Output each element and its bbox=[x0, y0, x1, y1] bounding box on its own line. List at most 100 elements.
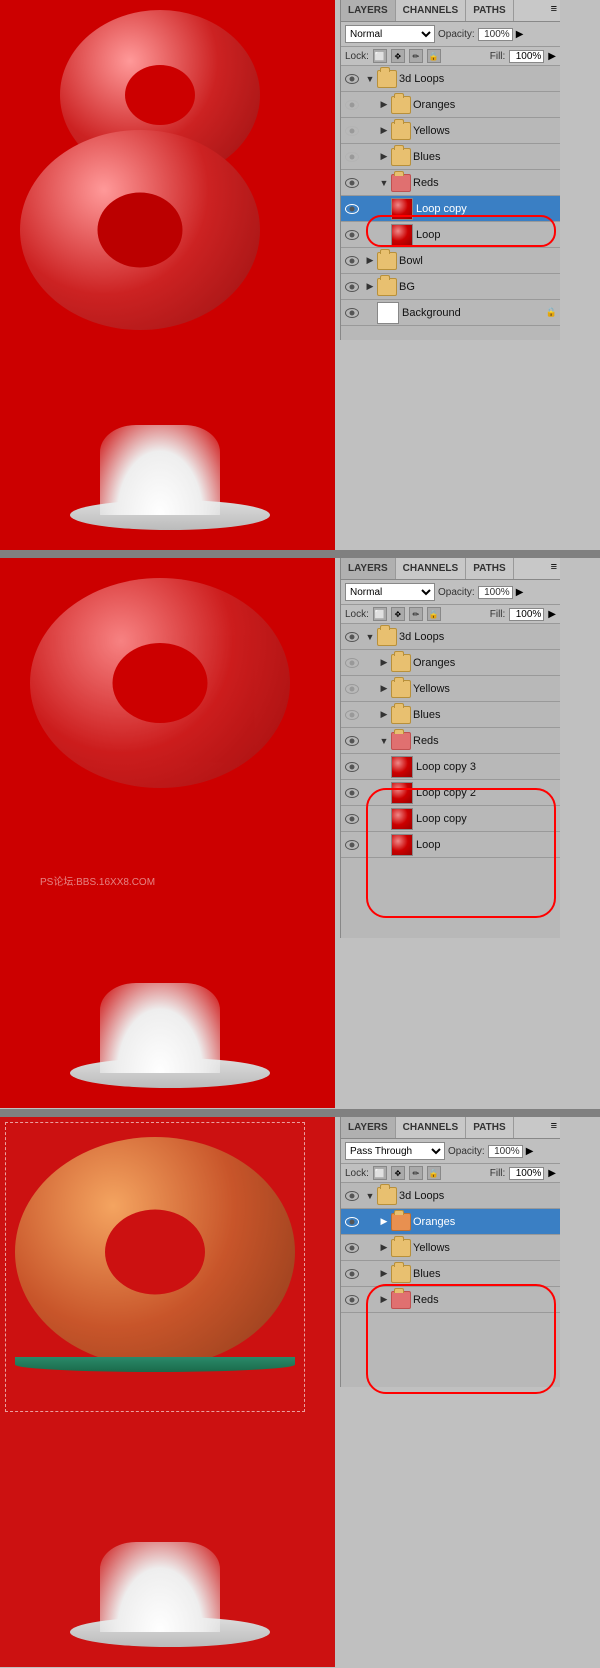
lock-p-icon-2[interactable]: ✏ bbox=[409, 607, 423, 621]
layer-row-oranges[interactable]: ▶ Oranges bbox=[341, 92, 560, 118]
eye-yellows[interactable] bbox=[341, 118, 363, 144]
eye-background[interactable] bbox=[341, 300, 363, 326]
lock-t-icon-3[interactable]: ⬜ bbox=[373, 1166, 387, 1180]
layer-row-bg[interactable]: ▶ BG bbox=[341, 274, 560, 300]
layer-row-reds-3[interactable]: ▶ Reds bbox=[341, 1287, 560, 1313]
eye-loopcopy-2[interactable] bbox=[341, 806, 363, 832]
eye-bowl[interactable] bbox=[341, 248, 363, 274]
layer-row-loop[interactable]: Loop bbox=[341, 222, 560, 248]
layer-row-loopcopy3[interactable]: Loop copy 3 bbox=[341, 754, 560, 780]
arrow-blues-2[interactable]: ▶ bbox=[377, 702, 391, 728]
eye-yellows-3[interactable] bbox=[341, 1235, 363, 1261]
layer-row-reds[interactable]: ▼ Reds bbox=[341, 170, 560, 196]
lock-m-icon-2[interactable]: ✥ bbox=[391, 607, 405, 621]
tab-layers-1[interactable]: LAYERS bbox=[341, 0, 396, 21]
layer-row-loopcopy2[interactable]: Loop copy 2 bbox=[341, 780, 560, 806]
arrow-reds-3[interactable]: ▶ bbox=[377, 1287, 391, 1313]
eye-loop[interactable] bbox=[341, 222, 363, 248]
arrow-3dloops-3[interactable]: ▼ bbox=[363, 1183, 377, 1209]
opacity-arrow-3[interactable]: ▶ bbox=[526, 1146, 534, 1157]
lock-a-icon-3[interactable]: 🔒 bbox=[427, 1166, 441, 1180]
layer-row-loop-2[interactable]: Loop bbox=[341, 832, 560, 858]
lock-a-icon-2[interactable]: 🔒 bbox=[427, 607, 441, 621]
fill-value-1[interactable]: 100% bbox=[509, 50, 544, 63]
blend-mode-select-2[interactable]: Normal bbox=[345, 583, 435, 601]
arrow-oranges[interactable]: ▶ bbox=[377, 92, 391, 118]
eye-loop-2[interactable] bbox=[341, 832, 363, 858]
tab-paths-1[interactable]: PATHS bbox=[466, 0, 513, 21]
layer-row-blues-3[interactable]: ▶ Blues bbox=[341, 1261, 560, 1287]
opacity-arrow-2[interactable]: ▶ bbox=[516, 587, 524, 598]
fill-value-3[interactable]: 100% bbox=[509, 1167, 544, 1180]
fill-arrow-1[interactable]: ▶ bbox=[548, 51, 556, 62]
arrow-3dloops-2[interactable]: ▼ bbox=[363, 624, 377, 650]
opacity-value-2[interactable]: 100% bbox=[478, 586, 513, 599]
eye-oranges-2[interactable] bbox=[341, 650, 363, 676]
eye-3dloops-3[interactable] bbox=[341, 1183, 363, 1209]
arrow-oranges-2[interactable]: ▶ bbox=[377, 650, 391, 676]
arrow-reds[interactable]: ▼ bbox=[377, 170, 391, 196]
layer-row-yellows-2[interactable]: ▶ Yellows bbox=[341, 676, 560, 702]
eye-reds-2[interactable] bbox=[341, 728, 363, 754]
lock-all-icon[interactable]: 🔒 bbox=[427, 49, 441, 63]
layer-row-reds-2[interactable]: ▼ Reds bbox=[341, 728, 560, 754]
eye-yellows-2[interactable] bbox=[341, 676, 363, 702]
arrow-yellows-2[interactable]: ▶ bbox=[377, 676, 391, 702]
opacity-value-1[interactable]: 100% bbox=[478, 28, 513, 41]
eye-reds-3[interactable] bbox=[341, 1287, 363, 1313]
eye-loopcopy[interactable] bbox=[341, 196, 363, 222]
layer-row-blues[interactable]: ▶ Blues bbox=[341, 144, 560, 170]
eye-3dloops[interactable] bbox=[341, 66, 363, 92]
blend-mode-select-1[interactable]: Normal bbox=[345, 25, 435, 43]
layer-row-bowl[interactable]: ▶ Bowl bbox=[341, 248, 560, 274]
tab-paths-2[interactable]: PATHS bbox=[466, 558, 513, 579]
lock-p-icon-3[interactable]: ✏ bbox=[409, 1166, 423, 1180]
panel-menu-icon[interactable]: ≡ bbox=[548, 0, 560, 21]
lock-m-icon-3[interactable]: ✥ bbox=[391, 1166, 405, 1180]
eye-reds[interactable] bbox=[341, 170, 363, 196]
eye-loopcopy3[interactable] bbox=[341, 754, 363, 780]
eye-blues[interactable] bbox=[341, 144, 363, 170]
arrow-3dloops[interactable]: ▼ bbox=[363, 66, 377, 92]
eye-oranges[interactable] bbox=[341, 92, 363, 118]
blend-mode-select-3[interactable]: Pass Through bbox=[345, 1142, 445, 1160]
layer-row-3dloops-2[interactable]: ▼ 3d Loops bbox=[341, 624, 560, 650]
tab-channels-2[interactable]: CHANNELS bbox=[396, 558, 467, 579]
arrow-yellows-3[interactable]: ▶ bbox=[377, 1235, 391, 1261]
panel-menu-icon-3[interactable]: ≡ bbox=[548, 1117, 560, 1138]
layer-row-3dloops[interactable]: ▼ 3d Loops bbox=[341, 66, 560, 92]
eye-blues-3[interactable] bbox=[341, 1261, 363, 1287]
fill-value-2[interactable]: 100% bbox=[509, 608, 544, 621]
arrow-blues-3[interactable]: ▶ bbox=[377, 1261, 391, 1287]
lock-move-icon[interactable]: ✥ bbox=[391, 49, 405, 63]
layer-row-blues-2[interactable]: ▶ Blues bbox=[341, 702, 560, 728]
layer-row-loopcopy-2[interactable]: Loop copy bbox=[341, 806, 560, 832]
tab-channels-3[interactable]: CHANNELS bbox=[396, 1117, 467, 1138]
layer-row-loopcopy[interactable]: Loop copy bbox=[341, 196, 560, 222]
arrow-bowl[interactable]: ▶ bbox=[363, 248, 377, 274]
opacity-arrow-1[interactable]: ▶ bbox=[516, 29, 524, 40]
eye-loopcopy2[interactable] bbox=[341, 780, 363, 806]
tab-layers-3[interactable]: LAYERS bbox=[341, 1117, 396, 1138]
panel-menu-icon-2[interactable]: ≡ bbox=[548, 558, 560, 579]
layer-row-oranges-2[interactable]: ▶ Oranges bbox=[341, 650, 560, 676]
lock-pixel-icon[interactable]: ✏ bbox=[409, 49, 423, 63]
lock-t-icon-2[interactable]: ⬜ bbox=[373, 607, 387, 621]
layer-row-background[interactable]: Background 🔒 bbox=[341, 300, 560, 326]
opacity-value-3[interactable]: 100% bbox=[488, 1145, 523, 1158]
arrow-yellows[interactable]: ▶ bbox=[377, 118, 391, 144]
arrow-oranges-3[interactable]: ▶ bbox=[377, 1209, 391, 1235]
eye-bg[interactable] bbox=[341, 274, 363, 300]
arrow-blues[interactable]: ▶ bbox=[377, 144, 391, 170]
arrow-reds-2[interactable]: ▼ bbox=[377, 728, 391, 754]
eye-3dloops-2[interactable] bbox=[341, 624, 363, 650]
layer-row-yellows-3[interactable]: ▶ Yellows bbox=[341, 1235, 560, 1261]
eye-oranges-3[interactable] bbox=[341, 1209, 363, 1235]
tab-channels-1[interactable]: CHANNELS bbox=[396, 0, 467, 21]
layer-row-oranges-3[interactable]: ▶ Oranges bbox=[341, 1209, 560, 1235]
lock-transparent-icon[interactable]: ⬜ bbox=[373, 49, 387, 63]
tab-paths-3[interactable]: PATHS bbox=[466, 1117, 513, 1138]
eye-blues-2[interactable] bbox=[341, 702, 363, 728]
arrow-bg[interactable]: ▶ bbox=[363, 274, 377, 300]
tab-layers-2[interactable]: LAYERS bbox=[341, 558, 396, 579]
